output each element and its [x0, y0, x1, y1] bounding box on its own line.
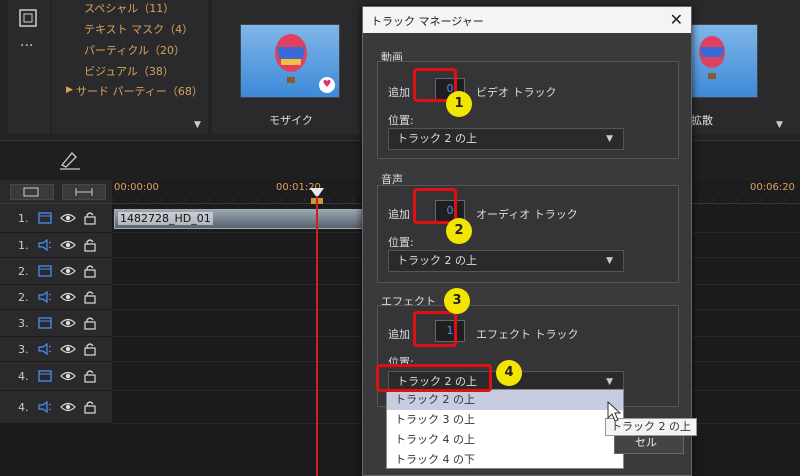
- audio-track-icon: [38, 342, 52, 358]
- audio-track-icon: [38, 238, 52, 254]
- eye-icon[interactable]: [60, 343, 76, 358]
- track-number: 1.: [18, 212, 29, 225]
- eye-icon[interactable]: [60, 370, 76, 385]
- dropdown-option[interactable]: トラック 4 の上: [387, 430, 623, 450]
- track-header[interactable]: 3.: [0, 337, 112, 362]
- track-manager-icon[interactable]: [10, 184, 54, 200]
- more-options-icon[interactable]: ···: [20, 38, 33, 54]
- dialog-title: トラック マネージャー: [371, 15, 484, 28]
- chevron-down-icon: ▼: [606, 134, 613, 144]
- eye-icon[interactable]: [60, 212, 76, 227]
- eye-icon[interactable]: [60, 401, 76, 416]
- category-item[interactable]: ビジュアル（38）: [84, 63, 174, 79]
- dropdown-option[interactable]: トラック 3 の上: [387, 410, 623, 430]
- expand-arrow-icon[interactable]: ▶: [66, 85, 73, 95]
- track-header[interactable]: 1.: [0, 233, 112, 258]
- select-value: トラック 2 の上: [397, 132, 477, 145]
- track-number: 1.: [18, 239, 29, 252]
- position-label: 位置:: [388, 236, 414, 249]
- track-header[interactable]: 4.: [0, 391, 112, 424]
- library-side-toolbar: ···: [8, 0, 50, 134]
- track-header[interactable]: 3.: [0, 310, 112, 337]
- add-label: 追加: [388, 208, 410, 221]
- chevron-down-icon: ▼: [606, 256, 613, 266]
- video-position-select[interactable]: トラック 2 の上 ▼: [388, 128, 624, 150]
- clip-label: 1482728_HD_01: [118, 212, 213, 225]
- favorite-heart-icon[interactable]: ♥: [319, 77, 335, 93]
- annotation-highlight: [376, 364, 492, 392]
- add-label: 追加: [388, 86, 410, 99]
- audio-track-suffix: オーディオ トラック: [476, 208, 578, 221]
- lock-icon[interactable]: [84, 342, 96, 359]
- timecode-label: 00:00:00: [114, 182, 159, 193]
- eye-icon[interactable]: [60, 291, 76, 306]
- effect-thumb-diffuse[interactable]: [688, 24, 758, 98]
- track-header[interactable]: 2.: [0, 258, 112, 285]
- video-clip[interactable]: 1482728_HD_01: [114, 209, 364, 229]
- category-item[interactable]: スペシャル（11）: [84, 0, 174, 16]
- fit-timeline-icon[interactable]: [62, 184, 106, 200]
- track-number: 2.: [18, 291, 29, 304]
- lock-icon[interactable]: [84, 264, 96, 281]
- eye-icon[interactable]: [60, 265, 76, 280]
- close-icon[interactable]: ✕: [670, 10, 683, 29]
- scroll-down-icon[interactable]: ▼: [194, 120, 201, 130]
- effect-thumb-mosaic[interactable]: ♥: [240, 24, 340, 98]
- pen-icon[interactable]: [58, 149, 82, 171]
- eye-icon[interactable]: [60, 317, 76, 332]
- timecode-label: 00:06:20: [750, 182, 795, 193]
- audio-track-icon: [38, 400, 52, 416]
- mouse-cursor-icon: [607, 401, 622, 422]
- video-track-icon: [38, 212, 52, 227]
- category-item[interactable]: パーティクル（20）: [84, 42, 185, 58]
- select-value: トラック 2 の上: [397, 254, 477, 267]
- annotation-badge: 2: [446, 218, 472, 244]
- balloon-image: [275, 34, 307, 83]
- annotation-highlight: [413, 311, 457, 347]
- annotation-badge: 1: [446, 91, 472, 117]
- video-track-icon: [38, 265, 52, 280]
- add-label: 追加: [388, 328, 410, 341]
- balloon-image: [699, 36, 725, 79]
- track-header[interactable]: 4.: [0, 362, 112, 391]
- position-label: 位置:: [388, 114, 414, 127]
- annotation-badge: 4: [496, 360, 522, 386]
- category-list: スペシャル（11） テキスト マスク（4） パーティクル（20） ビジュアル（3…: [52, 0, 208, 134]
- dropdown-option[interactable]: トラック 4 の下: [387, 450, 623, 470]
- dialog-title-bar: トラック マネージャー ✕: [363, 7, 691, 33]
- track-number: 2.: [18, 265, 29, 278]
- video-track-suffix: ビデオ トラック: [476, 86, 557, 99]
- track-number: 4.: [18, 370, 29, 383]
- track-number: 4.: [18, 401, 29, 414]
- effect-thumb-label: モザイク: [269, 114, 313, 127]
- annotation-highlight: [413, 188, 457, 224]
- track-number: 3.: [18, 343, 29, 356]
- track-number: 3.: [18, 317, 29, 330]
- grid-view-icon[interactable]: [18, 8, 38, 28]
- eye-icon[interactable]: [60, 239, 76, 254]
- lock-icon[interactable]: [84, 316, 96, 333]
- dropdown-option[interactable]: トラック 2 の上: [387, 390, 623, 410]
- playhead-line: [316, 196, 318, 476]
- video-track-icon: [38, 317, 52, 332]
- track-header-toolbar: [0, 180, 112, 204]
- position-dropdown-list: トラック 2 の上 トラック 3 の上 トラック 4 の上 トラック 4 の下: [386, 389, 624, 469]
- effect-track-suffix: エフェクト トラック: [476, 328, 579, 341]
- category-item[interactable]: テキスト マスク（4）: [84, 21, 193, 37]
- video-track-icon: [38, 370, 52, 385]
- audio-track-icon: [38, 290, 52, 306]
- annotation-badge: 3: [444, 288, 470, 314]
- cancel-button-label: セル: [635, 436, 657, 449]
- track-header[interactable]: 1.: [0, 204, 112, 233]
- scroll-down-icon[interactable]: ▼: [776, 120, 783, 130]
- audio-position-select[interactable]: トラック 2 の上 ▼: [388, 250, 624, 272]
- track-header[interactable]: 2.: [0, 285, 112, 310]
- lock-icon[interactable]: [84, 290, 96, 307]
- lock-icon[interactable]: [84, 238, 96, 255]
- lock-icon[interactable]: [84, 400, 96, 417]
- lock-icon[interactable]: [84, 211, 96, 228]
- category-item[interactable]: サード パーティー（68）: [76, 83, 203, 99]
- lock-icon[interactable]: [84, 369, 96, 386]
